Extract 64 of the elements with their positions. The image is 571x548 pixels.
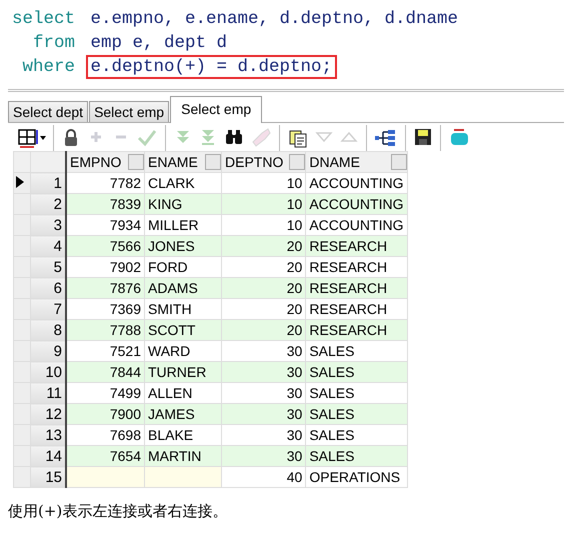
row-number[interactable]: 8 <box>30 320 66 340</box>
highlighted-code: e.deptno(+) = d.deptno; <box>86 55 338 79</box>
table-cell: KING <box>144 194 222 214</box>
column-button[interactable] <box>289 154 306 170</box>
row-indicator[interactable] <box>14 172 30 194</box>
row-number[interactable]: 15 <box>30 466 66 488</box>
tab[interactable]: Select dept <box>8 101 88 122</box>
table-cell: 7844 <box>66 362 144 382</box>
sql-code: e.empno, e.ename, d.deptno, d.dname <box>90 8 460 31</box>
row-number[interactable]: 14 <box>30 446 66 466</box>
table-cell: 30 <box>222 446 306 466</box>
table-cell: RESEARCH <box>306 236 408 256</box>
table-cell: SALES <box>306 404 408 424</box>
row-number[interactable]: 3 <box>30 214 66 236</box>
table-cell: RESEARCH <box>306 278 408 298</box>
table-cell: 30 <box>222 362 306 382</box>
table-cell: 20 <box>222 236 306 256</box>
row-number[interactable]: 13 <box>30 424 66 446</box>
tab[interactable]: Select emp <box>170 96 262 123</box>
table-cell: 7876 <box>66 278 144 298</box>
header-cell <box>14 152 30 172</box>
grid-icon[interactable] <box>16 127 46 149</box>
table-cell: 30 <box>222 404 306 424</box>
row-number[interactable]: 1 <box>30 172 66 194</box>
table-cell: 7654 <box>66 446 144 466</box>
sql-keyword: from <box>32 33 75 53</box>
column-button[interactable] <box>128 154 144 170</box>
table-cell: OPERATIONS <box>306 466 408 488</box>
table-cell: 10 <box>222 194 306 214</box>
table-cell: 7839 <box>66 194 144 214</box>
row-number[interactable]: 11 <box>30 382 66 404</box>
table-cell: SALES <box>306 362 408 382</box>
tree-icon[interactable] <box>374 127 398 149</box>
table-cell: TURNER <box>144 362 222 382</box>
caption-text: 使用(+)表示左连接或者右连接。 <box>8 502 228 521</box>
row-number[interactable]: 7 <box>30 298 66 320</box>
table-cell: MARTIN <box>144 446 222 466</box>
table-cell: 20 <box>222 320 306 340</box>
table-cell: 7788 <box>66 320 144 340</box>
column-button[interactable] <box>205 154 221 170</box>
table-cell: 7566 <box>66 236 144 256</box>
sql-keyword: select <box>12 9 75 29</box>
row-number[interactable]: 6 <box>30 278 66 298</box>
table-cell: JAMES <box>144 404 222 424</box>
table-cell: ACCOUNTING <box>306 194 408 214</box>
column-button[interactable] <box>391 154 408 170</box>
table-cell: 40 <box>222 466 306 488</box>
table-cell: ADAMS <box>144 278 222 298</box>
table-cell: 7900 <box>66 404 144 424</box>
row-number[interactable]: 10 <box>30 362 66 382</box>
table-cell: RESEARCH <box>306 320 408 340</box>
table-cell: 20 <box>222 278 306 298</box>
table-cell: SCOTT <box>144 320 222 340</box>
current-row-pointer-icon <box>16 176 24 188</box>
row-number[interactable]: 9 <box>30 340 66 362</box>
sql-keyword: where <box>21 57 75 77</box>
row-number[interactable]: 2 <box>30 194 66 214</box>
tab[interactable]: Select emp <box>89 101 170 122</box>
row-number[interactable]: 12 <box>30 404 66 424</box>
row-number[interactable]: 5 <box>30 256 66 278</box>
table-cell: SALES <box>306 446 408 466</box>
table-cell: JONES <box>144 236 222 256</box>
sql-code: emp e, dept d <box>90 32 228 55</box>
row-number[interactable]: 4 <box>30 236 66 256</box>
